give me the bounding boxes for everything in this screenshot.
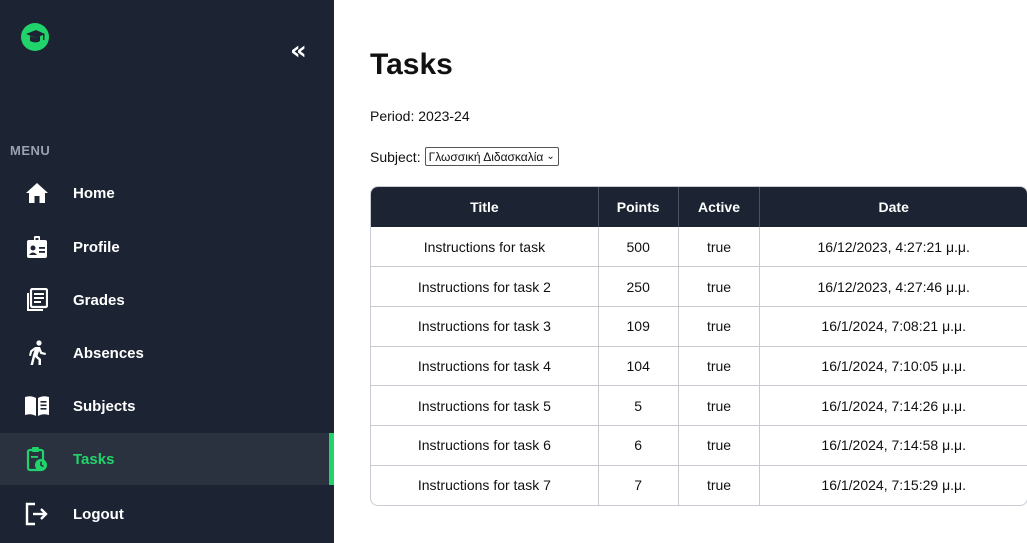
- cell-date: 16/1/2024, 7:10:05 μ.μ.: [759, 346, 1027, 387]
- cell-date: 16/1/2024, 7:14:26 μ.μ.: [759, 385, 1027, 426]
- logout-icon: [24, 501, 50, 527]
- table-row[interactable]: Instructions for task 500 true 16/12/202…: [371, 227, 1027, 268]
- table-row[interactable]: Instructions for task 6 6 true 16/1/2024…: [371, 425, 1027, 466]
- cell-active: true: [678, 306, 761, 347]
- table-row[interactable]: Instructions for task 5 5 true 16/1/2024…: [371, 385, 1027, 426]
- table-row[interactable]: Instructions for task 3 109 true 16/1/20…: [371, 306, 1027, 347]
- sidebar-item-label: Tasks: [73, 450, 115, 468]
- cell-title: Instructions for task 4: [371, 346, 599, 387]
- column-header-date[interactable]: Date: [760, 187, 1027, 227]
- sidebar-item-absences[interactable]: Absences: [0, 327, 334, 379]
- table-row[interactable]: Instructions for task 7 7 true 16/1/2024…: [371, 465, 1027, 505]
- clipboard-clock-icon: [24, 446, 50, 472]
- column-header-active[interactable]: Active: [678, 187, 761, 227]
- sidebar-item-label: Subjects: [73, 397, 136, 415]
- cell-points: 6: [598, 425, 679, 466]
- cell-points: 7: [598, 465, 679, 505]
- cell-title: Instructions for task 5: [371, 385, 599, 426]
- id-badge-icon: [24, 234, 50, 260]
- cell-date: 16/12/2023, 4:27:21 μ.μ.: [759, 227, 1027, 268]
- cell-points: 109: [598, 306, 679, 347]
- sidebar-item-grades[interactable]: Grades: [0, 274, 334, 326]
- column-header-points[interactable]: Points: [598, 187, 679, 227]
- cell-active: true: [678, 385, 761, 426]
- chevron-down-icon: ⌄: [546, 151, 555, 162]
- subject-select-value: Γλωσσική Διδασκαλία: [428, 149, 544, 164]
- subject-filter: Subject: Γλωσσική Διδασκαλία ⌄: [370, 147, 559, 166]
- cell-date: 16/1/2024, 7:08:21 μ.μ.: [759, 306, 1027, 347]
- table-row[interactable]: Instructions for task 2 250 true 16/12/2…: [371, 266, 1027, 307]
- cell-points: 500: [598, 227, 679, 268]
- cell-points: 104: [598, 346, 679, 387]
- cell-active: true: [678, 266, 761, 307]
- home-icon: [24, 180, 50, 206]
- menu-label: MENU: [10, 143, 51, 158]
- sidebar-item-label: Profile: [73, 238, 120, 256]
- document-icon: [24, 287, 50, 313]
- table-header-row: Title Points Active Date: [371, 187, 1027, 227]
- logo-icon[interactable]: [20, 22, 50, 52]
- main-content: Tasks Period: 2023-24 Subject: Γλωσσική …: [370, 0, 1027, 543]
- sidebar-item-label: Logout: [73, 505, 124, 523]
- cell-date: 16/1/2024, 7:14:58 μ.μ.: [759, 425, 1027, 466]
- subject-label: Subject:: [370, 148, 421, 165]
- cell-title: Instructions for task 2: [371, 266, 599, 307]
- sidebar-item-label: Absences: [73, 344, 144, 362]
- sidebar-item-tasks[interactable]: Tasks: [0, 433, 334, 485]
- running-person-icon: [24, 340, 50, 366]
- subject-select[interactable]: Γλωσσική Διδασκαλία ⌄: [424, 147, 559, 166]
- column-header-title[interactable]: Title: [371, 187, 599, 227]
- sidebar-item-logout[interactable]: Logout: [0, 488, 334, 540]
- collapse-sidebar-icon[interactable]: «: [290, 38, 307, 64]
- cell-active: true: [678, 425, 761, 466]
- cell-date: 16/12/2023, 4:27:46 μ.μ.: [759, 266, 1027, 307]
- cell-points: 250: [598, 266, 679, 307]
- period-text: Period: 2023-24: [370, 108, 470, 124]
- sidebar-item-home[interactable]: Home: [0, 167, 334, 219]
- active-indicator: [329, 433, 334, 485]
- cell-title: Instructions for task 7: [371, 465, 599, 505]
- cell-active: true: [678, 227, 761, 268]
- cell-active: true: [678, 465, 761, 505]
- tasks-table: Title Points Active Date Instructions fo…: [370, 186, 1027, 506]
- cell-title: Instructions for task 6: [371, 425, 599, 466]
- page-title: Tasks: [370, 48, 453, 81]
- open-book-icon: [24, 393, 50, 419]
- sidebar-item-profile[interactable]: Profile: [0, 221, 334, 273]
- sidebar-item-label: Home: [73, 184, 115, 202]
- sidebar-item-label: Grades: [73, 291, 125, 309]
- cell-active: true: [678, 346, 761, 387]
- cell-points: 5: [598, 385, 679, 426]
- table-row[interactable]: Instructions for task 4 104 true 16/1/20…: [371, 346, 1027, 387]
- cell-date: 16/1/2024, 7:15:29 μ.μ.: [821, 477, 966, 494]
- sidebar-item-subjects[interactable]: Subjects: [0, 380, 334, 432]
- sidebar: « MENU Home Profile Grades Absences Subj…: [0, 0, 334, 543]
- cell-title: Instructions for task: [371, 227, 599, 268]
- cell-title: Instructions for task 3: [371, 306, 599, 347]
